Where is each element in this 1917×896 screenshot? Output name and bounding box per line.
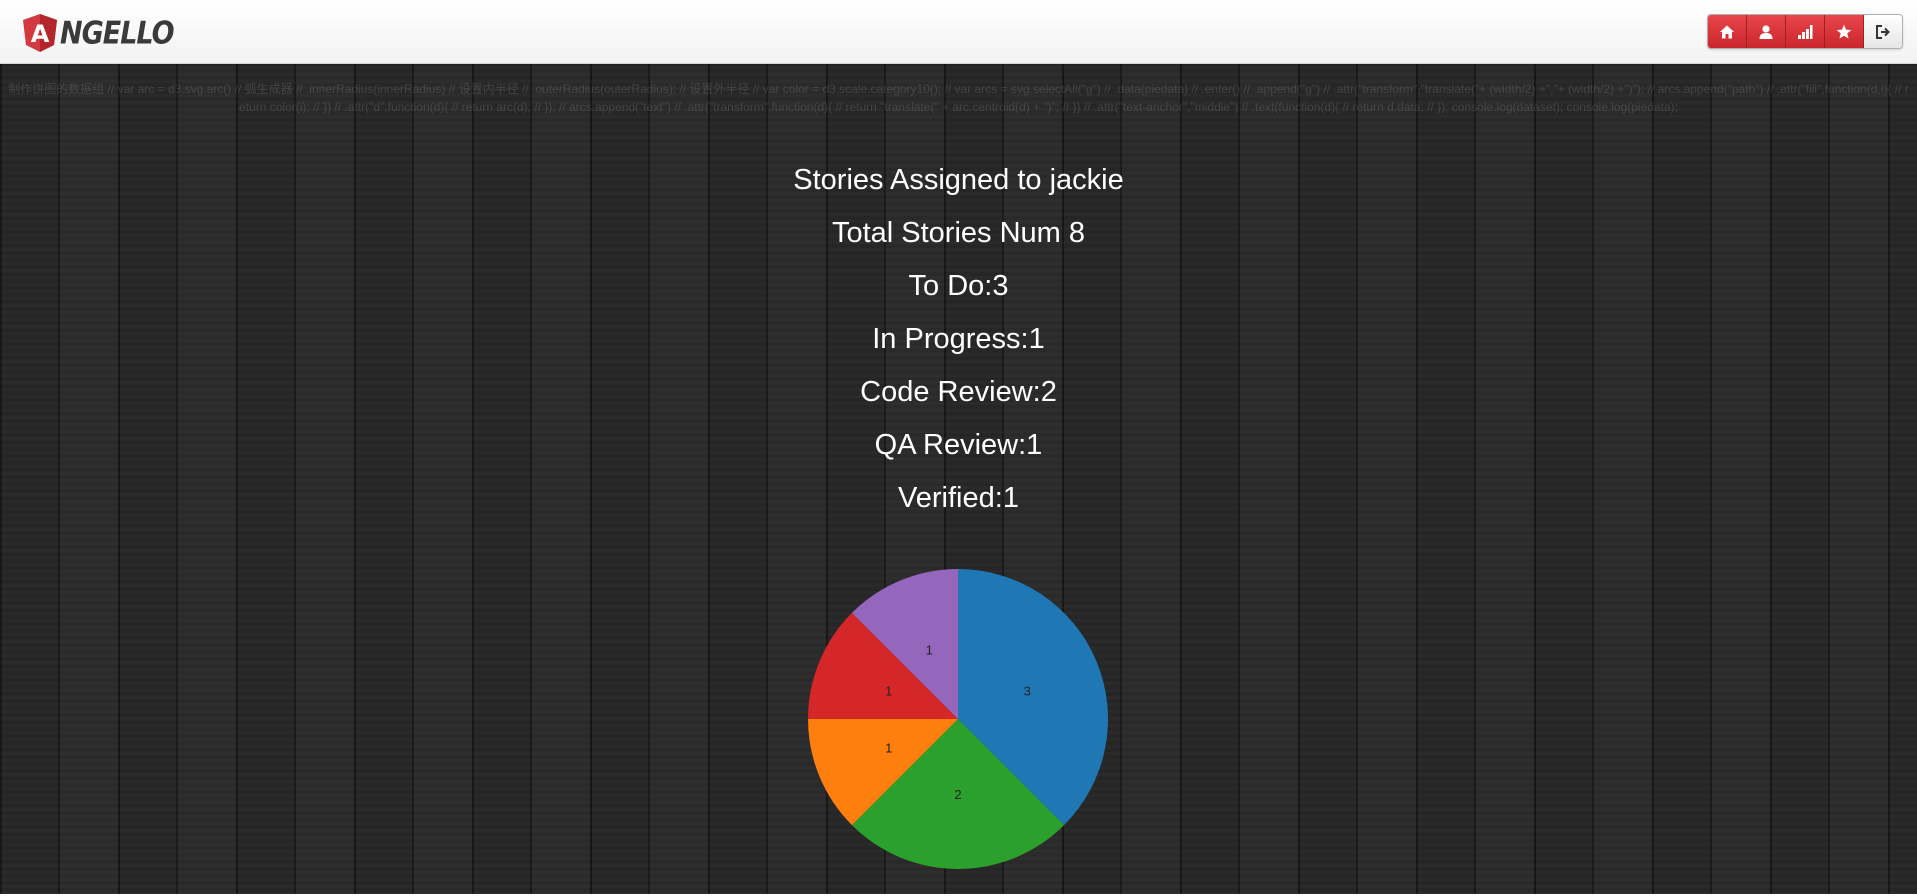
leaked-code-text: 制作饼图的数据组 // var arc = d3.svg.arc() // 弧生…: [8, 82, 1909, 114]
angular-shield-icon: A: [23, 14, 57, 52]
stats-title: Stories Assigned to jackie: [793, 164, 1124, 196]
home-icon: [1720, 25, 1734, 38]
nav-button-group: [1707, 14, 1903, 49]
home-button[interactable]: [1708, 15, 1747, 48]
user-button[interactable]: [1747, 15, 1786, 48]
signal-bars-icon: [1798, 24, 1813, 39]
logout-button[interactable]: [1864, 15, 1902, 48]
logout-icon: [1876, 24, 1890, 39]
pie-label-qa-review: 1: [885, 741, 892, 756]
stats-button[interactable]: [1786, 15, 1825, 48]
total-stories: Total Stories Num 8: [831, 217, 1086, 249]
code-review-count: Code Review:2: [860, 376, 1057, 408]
brand-logo[interactable]: A NGELLO: [22, 12, 175, 54]
brand-name: NGELLO: [60, 15, 175, 51]
user-icon: [1759, 24, 1773, 39]
star-icon: [1836, 24, 1852, 39]
story-stats: Stories Assigned to jackie Total Stories…: [0, 154, 1917, 525]
brand-logo-letter: A: [31, 20, 50, 48]
pie-label-to-do: 3: [1024, 683, 1031, 698]
main-content: 制作饼图的数据组 // var arc = d3.svg.arc() // 弧生…: [0, 64, 1917, 895]
pie-chart-svg: 3 2 1 1 1: [808, 569, 1108, 869]
qa-review-count: QA Review:1: [874, 429, 1043, 461]
verified-count: Verified:1: [898, 482, 1019, 514]
pie-label-code-review: 2: [954, 787, 961, 802]
pie-label-in-progress: 1: [885, 683, 892, 698]
favorites-button[interactable]: [1825, 15, 1864, 48]
pie-label-verified: 1: [926, 643, 933, 658]
top-navbar: A NGELLO: [0, 0, 1917, 64]
in-progress-count: In Progress:1: [872, 323, 1045, 355]
stories-pie-chart: 3 2 1 1 1: [805, 566, 1111, 872]
todo-count: To Do:3: [908, 270, 1009, 302]
